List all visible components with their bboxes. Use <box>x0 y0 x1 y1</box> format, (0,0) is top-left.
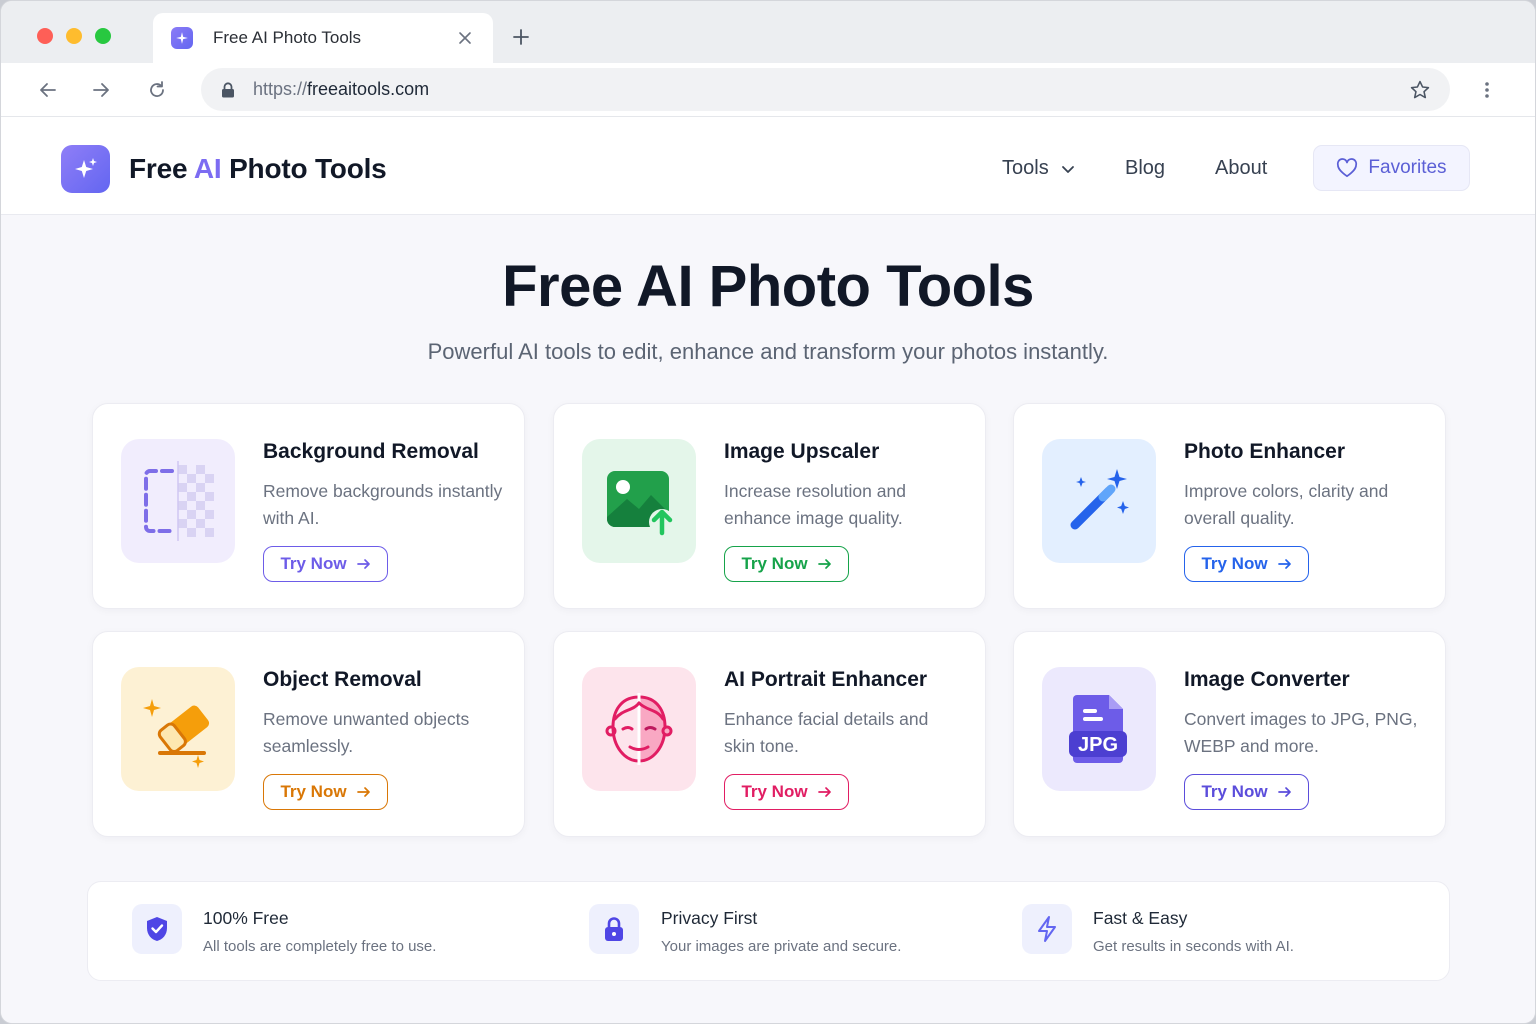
try-now-label: Try Now <box>280 554 347 573</box>
try-now-button[interactable]: Try Now <box>724 774 849 810</box>
try-now-label: Try Now <box>280 782 347 801</box>
tool-description: Increase resolution and enhance image qu… <box>724 481 906 528</box>
page-content: Free AI Photo Tools Tools Blog About Fav… <box>1 117 1535 1023</box>
try-now-button[interactable]: Try Now <box>263 774 388 810</box>
features-bar: 100% Free All tools are completely free … <box>87 881 1450 981</box>
bookmark-star-icon[interactable] <box>1408 78 1432 102</box>
try-now-label: Try Now <box>1201 782 1268 801</box>
lock-icon <box>219 81 237 99</box>
tool-title: Image Converter <box>1184 668 1350 691</box>
close-tab-icon[interactable] <box>455 28 475 48</box>
browser-menu-icon[interactable] <box>1475 76 1499 104</box>
tool-title: Background Removal <box>263 440 479 463</box>
arrow-right-icon <box>356 787 370 797</box>
chevron-down-icon <box>1061 164 1075 174</box>
tool-description: Remove backgrounds instantly with AI. <box>263 481 503 528</box>
try-now-label: Try Now <box>741 554 808 573</box>
tool-card-background-removal[interactable]: Background Removal Remove backgrounds in… <box>92 403 525 609</box>
tool-card-object-removal[interactable]: Object Removal Remove unwanted objects s… <box>92 631 525 837</box>
arrow-right-icon <box>1277 787 1291 797</box>
browser-window: Free AI Photo Tools https://freeaitools.… <box>0 0 1536 1024</box>
close-window-button[interactable] <box>37 28 53 44</box>
new-tab-plus-icon[interactable] <box>507 23 535 51</box>
arrow-right-icon <box>817 787 831 797</box>
feature-title: Privacy First <box>661 908 758 928</box>
tool-description: Improve colors, clarity and overall qual… <box>1184 481 1389 528</box>
tool-title: Image Upscaler <box>724 440 880 463</box>
tool-card-photo-enhancer[interactable]: Photo Enhancer Improve colors, clarity a… <box>1013 403 1446 609</box>
logo-text-part2: Photo Tools <box>221 153 387 184</box>
try-now-button[interactable]: Try Now <box>724 546 849 582</box>
nav-blog-link[interactable]: Blog <box>1125 157 1165 180</box>
minimize-window-button[interactable] <box>66 28 82 44</box>
favorites-button[interactable]: Favorites <box>1313 145 1470 191</box>
background-removal-icon <box>121 439 235 563</box>
url-host: freeaitools.com <box>307 79 430 99</box>
hero-subtitle: Powerful AI tools to edit, enhance and t… <box>427 339 1109 364</box>
eraser-icon <box>121 667 235 791</box>
arrow-right-icon <box>356 559 370 569</box>
lock-icon <box>589 904 639 954</box>
image-upscale-icon <box>582 439 696 563</box>
try-now-label: Try Now <box>741 782 808 801</box>
nav-tools-dropdown[interactable]: Tools <box>1002 157 1075 180</box>
maximize-window-button[interactable] <box>95 28 111 44</box>
tool-card-ai-portrait-enhancer[interactable]: AI Portrait Enhancer Enhance facial deta… <box>553 631 986 837</box>
tab-title: Free AI Photo Tools <box>213 28 362 47</box>
tool-title: Photo Enhancer <box>1184 440 1346 463</box>
magic-wand-icon <box>1042 439 1156 563</box>
browser-tab-active[interactable]: Free AI Photo Tools <box>153 13 493 63</box>
arrow-right-icon <box>817 559 831 569</box>
address-bar[interactable]: https://freeaitools.com <box>201 68 1450 111</box>
jpg-file-icon: JPG <box>1042 667 1156 791</box>
tab-strip: Free AI Photo Tools <box>1 1 1535 63</box>
back-arrow-icon[interactable] <box>34 76 62 104</box>
url-text[interactable]: https://freeaitools.com <box>253 79 1408 100</box>
feature-title: Fast & Easy <box>1093 908 1188 928</box>
feature-description: Your images are private and secure. <box>661 938 902 955</box>
browser-toolbar: https://freeaitools.com <box>1 63 1535 117</box>
nav-tools-label: Tools <box>1002 157 1049 179</box>
tool-title: AI Portrait Enhancer <box>724 668 928 691</box>
logo-text-part1: Free <box>129 153 194 184</box>
hero-title: Free AI Photo Tools <box>502 254 1034 319</box>
favorites-label: Favorites <box>1368 157 1447 178</box>
tool-title: Object Removal <box>263 668 422 691</box>
site-logo-text[interactable]: Free AI Photo Tools <box>129 153 387 185</box>
feature-description: All tools are completely free to use. <box>203 938 437 955</box>
try-now-button[interactable]: Try Now <box>263 546 388 582</box>
feature-title: 100% Free <box>203 908 289 928</box>
url-scheme: https:// <box>253 79 308 99</box>
sparkle-favicon-icon <box>171 27 193 49</box>
tool-description: Enhance facial details and skin tone. <box>724 709 929 756</box>
sparkle-logo-icon[interactable] <box>61 145 110 193</box>
try-now-label: Try Now <box>1201 554 1268 573</box>
feature-description: Get results in seconds with AI. <box>1093 938 1294 955</box>
lightning-icon <box>1022 904 1072 954</box>
tool-description: Convert images to JPG, PNG, WEBP and mor… <box>1184 709 1418 756</box>
reload-icon[interactable] <box>143 76 171 104</box>
heart-icon <box>1337 158 1358 178</box>
face-icon <box>582 667 696 791</box>
forward-arrow-icon[interactable] <box>87 76 115 104</box>
jpg-badge-text: JPG <box>1078 734 1118 756</box>
nav-about-link[interactable]: About <box>1215 157 1267 180</box>
try-now-button[interactable]: Try Now <box>1184 774 1309 810</box>
shield-check-icon <box>132 904 182 954</box>
tool-card-image-converter[interactable]: JPG Image Converter Convert images to JP… <box>1013 631 1446 837</box>
tool-card-image-upscaler[interactable]: Image Upscaler Increase resolution and e… <box>553 403 986 609</box>
tool-description: Remove unwanted objects seamlessly. <box>263 709 470 756</box>
arrow-right-icon <box>1277 559 1291 569</box>
site-header: Free AI Photo Tools Tools Blog About Fav… <box>1 117 1535 215</box>
try-now-button[interactable]: Try Now <box>1184 546 1309 582</box>
logo-text-accent: AI <box>193 153 222 184</box>
